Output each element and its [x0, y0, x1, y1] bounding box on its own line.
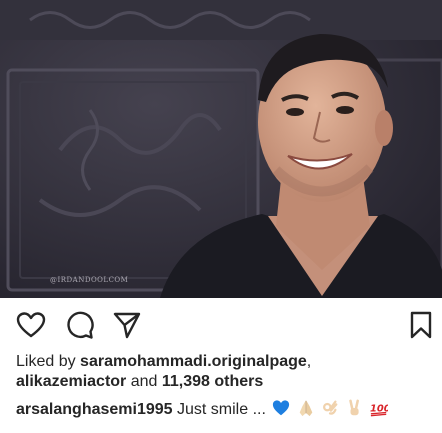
folded-hands-emoji — [297, 399, 315, 417]
heart-outline-icon — [16, 312, 46, 338]
post-caption: arsalanghasemi1995 Just smile ... 100 — [16, 399, 436, 421]
victory-hand-emoji — [346, 399, 364, 417]
blue-heart-emoji — [272, 399, 290, 417]
comment-button[interactable] — [64, 310, 94, 340]
likes-summary: Liked by saramohammadi.originalpage, ali… — [16, 352, 436, 392]
likes-prefix: Liked by — [16, 353, 81, 370]
liker-username-2[interactable]: alikazemiactor — [16, 373, 126, 390]
save-button[interactable] — [406, 310, 432, 340]
portrait-photo-illustration — [0, 0, 442, 298]
likes-middle: and — [126, 373, 162, 390]
instagram-post: @IRDANDOOLCOM Liked by saramohammadi.ori… — [0, 0, 442, 433]
liker-username-1[interactable]: saramohammadi.originalpage — [80, 353, 307, 370]
paper-plane-icon — [113, 312, 141, 339]
action-bar — [0, 298, 442, 350]
comment-bubble-icon — [67, 311, 94, 339]
share-button[interactable] — [112, 310, 142, 340]
likes-separator: , — [306, 353, 312, 370]
post-photo[interactable]: @IRDANDOOLCOM — [0, 0, 442, 298]
hundred-points-emoji: 100 — [370, 399, 388, 417]
bookmark-outline-icon — [410, 311, 432, 339]
caption-username[interactable]: arsalanghasemi1995 — [16, 401, 173, 418]
photo-watermark: @IRDANDOOLCOM — [50, 276, 129, 284]
ok-hand-emoji — [321, 399, 339, 417]
caption-text: Just smile ... — [172, 401, 271, 418]
like-button[interactable] — [16, 310, 46, 340]
likes-others-link[interactable]: 11,398 others — [162, 373, 263, 390]
